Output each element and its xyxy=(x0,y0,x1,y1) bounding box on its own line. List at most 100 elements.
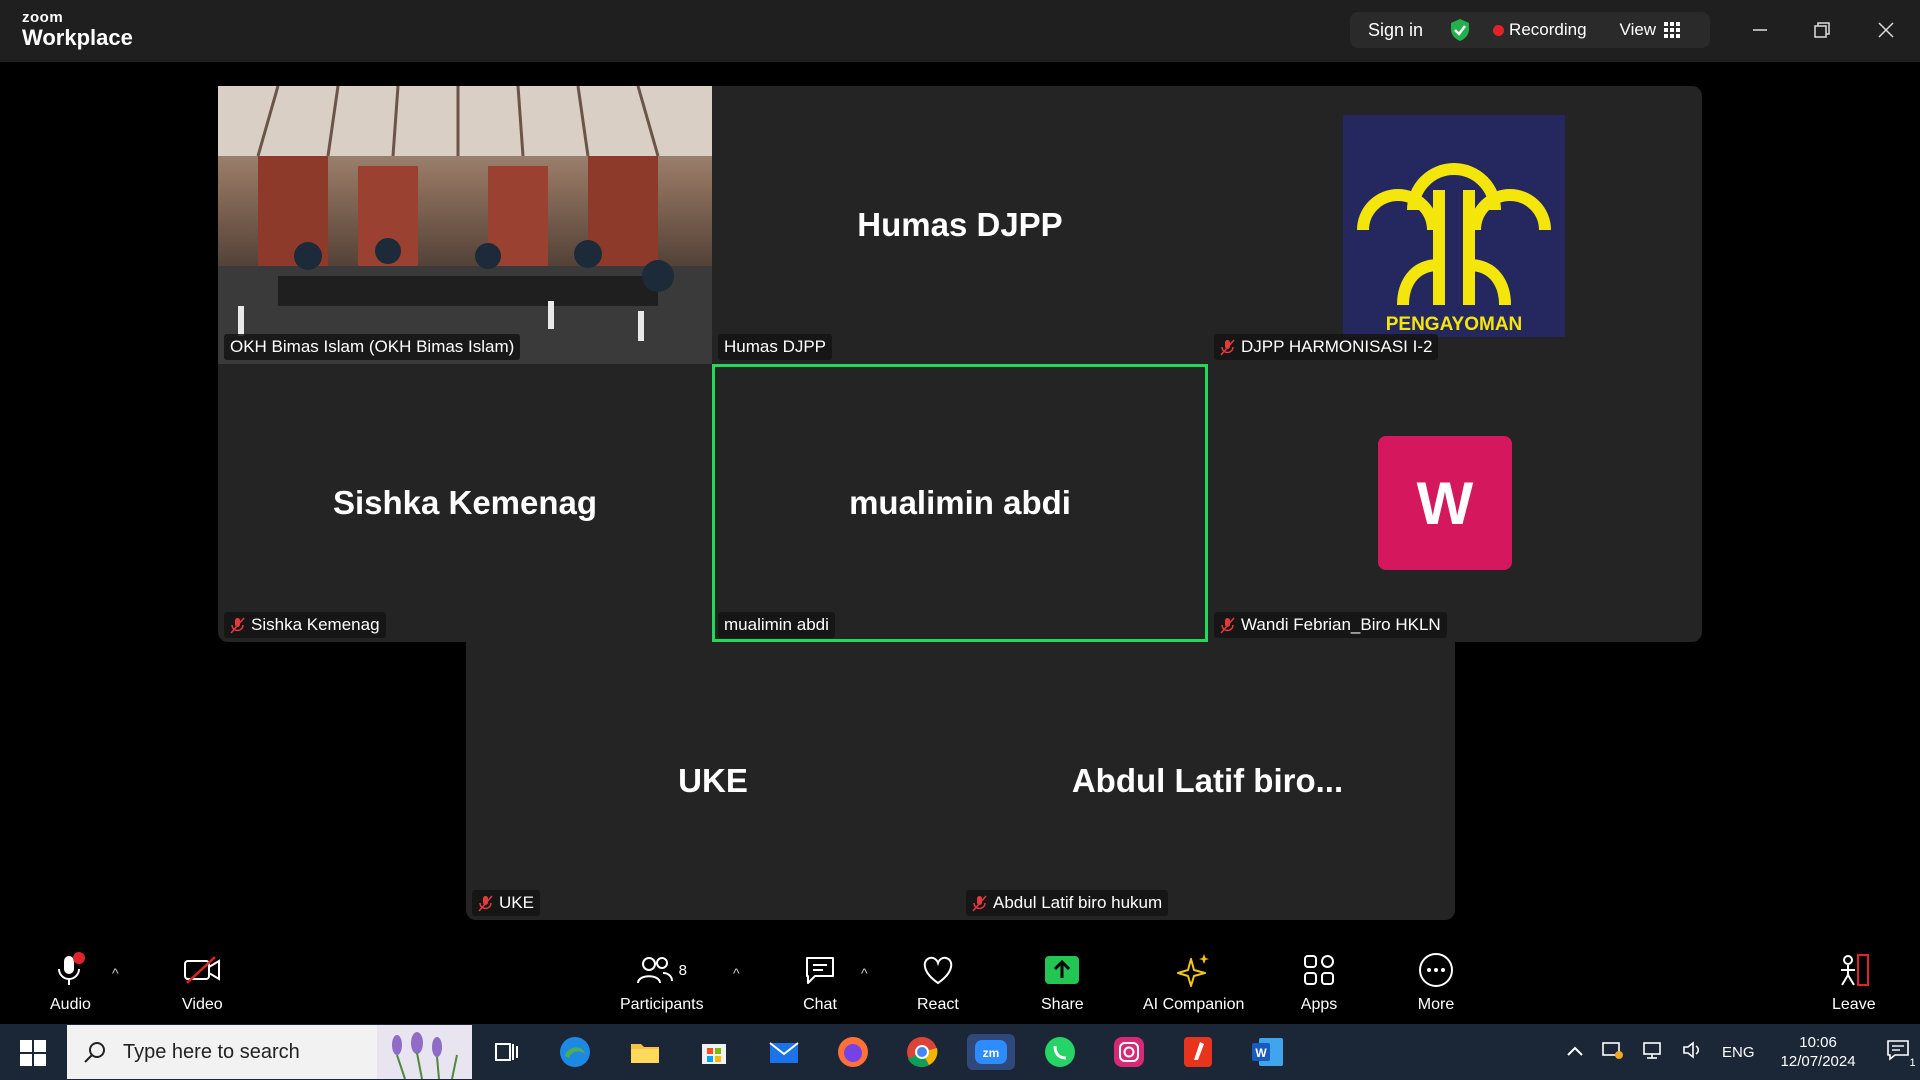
video-button[interactable]: Video xyxy=(182,950,223,1014)
pengayoman-logo: PENGAYOMAN xyxy=(1343,115,1565,337)
participant-name: Abdul Latif biro hukum xyxy=(966,890,1169,916)
name-text: DJPP HARMONISASI I-2 xyxy=(1241,337,1433,356)
share-button[interactable]: Share xyxy=(1041,950,1084,1014)
system-tray: ENG 10:06 12/07/2024 1 xyxy=(1566,1024,1916,1080)
participant-tile[interactable]: Abdul Latif biro... Abdul Latif biro huk… xyxy=(960,642,1455,920)
notification-icon xyxy=(1886,1040,1909,1061)
lavender-search-highlight-icon xyxy=(377,1025,472,1079)
taskbar-search[interactable]: Type here to search xyxy=(67,1025,472,1079)
notification-count: 1 xyxy=(1909,1057,1916,1069)
start-button[interactable] xyxy=(20,1040,46,1071)
apps-label: Apps xyxy=(1300,996,1338,1013)
mail-icon[interactable] xyxy=(766,1034,802,1070)
pengayoman-tree-icon: PENGAYOMAN xyxy=(1357,163,1551,335)
participant-tile[interactable]: PENGAYOMAN DJPP HARMONISASI I-2 xyxy=(1208,86,1702,364)
apps-button[interactable]: Apps xyxy=(1299,950,1339,1014)
react-button[interactable]: React xyxy=(917,950,959,1014)
name-text: mualimin abdi xyxy=(724,615,829,634)
active-speaker-tile[interactable]: mualimin abdi mualimin abdi xyxy=(712,364,1208,642)
leave-button[interactable]: Leave xyxy=(1832,950,1876,1014)
volume-icon[interactable] xyxy=(1682,1040,1704,1064)
participant-display-name: Sishka Kemenag xyxy=(332,484,598,521)
audio-button[interactable]: Audio xyxy=(50,950,91,1014)
microsoft-store-icon[interactable] xyxy=(696,1034,732,1070)
participant-tile[interactable]: W Wandi Febrian_Biro HKLN xyxy=(1208,364,1702,642)
clock-time: 10:06 xyxy=(1799,1033,1837,1051)
chat-options-caret-icon[interactable]: ^ xyxy=(861,965,868,981)
participant-display-name: Humas DJPP xyxy=(857,206,1063,243)
participant-tile[interactable]: UKE UKE xyxy=(466,642,960,920)
chrome-icon[interactable] xyxy=(904,1034,940,1070)
minimize-icon xyxy=(1753,29,1767,31)
muted-mic-icon xyxy=(230,617,245,633)
windows-taskbar: Type here to search zm W ENG 10:06 12/07… xyxy=(0,1024,1920,1080)
task-view-icon[interactable] xyxy=(488,1034,524,1070)
participants-options-caret-icon[interactable]: ^ xyxy=(733,965,740,981)
avatar: W xyxy=(1378,436,1512,570)
share-screen-icon xyxy=(1042,950,1082,990)
brand-bottom: Workplace xyxy=(22,25,133,50)
participant-tile[interactable]: Humas DJPP Humas DJPP xyxy=(712,86,1208,364)
participant-name: mualimin abdi xyxy=(718,612,835,638)
muted-mic-icon xyxy=(1220,617,1235,633)
sparkle-icon xyxy=(1174,950,1214,990)
firefox-icon[interactable] xyxy=(835,1034,871,1070)
instagram-icon[interactable] xyxy=(1111,1034,1147,1070)
recording-indicator[interactable]: Recording xyxy=(1509,20,1587,40)
grid-icon xyxy=(1664,22,1681,38)
search-placeholder: Type here to search xyxy=(123,1040,300,1063)
participant-display-name: Abdul Latif biro... xyxy=(1071,762,1344,799)
muted-mic-icon xyxy=(1220,339,1235,355)
more-label: More xyxy=(1417,996,1455,1013)
file-explorer-icon[interactable] xyxy=(627,1034,663,1070)
view-button[interactable]: View xyxy=(1620,20,1681,40)
more-button[interactable]: More xyxy=(1416,950,1456,1014)
close-icon xyxy=(1878,22,1894,38)
clock[interactable]: 10:06 12/07/2024 xyxy=(1781,1033,1856,1072)
pdf-app-icon[interactable] xyxy=(1180,1034,1216,1070)
participants-button[interactable]: 8 Participants xyxy=(620,950,704,1014)
participant-display-name: mualimin abdi xyxy=(849,484,1071,521)
video-off-icon xyxy=(182,950,222,990)
edge-icon[interactable] xyxy=(557,1034,593,1070)
name-text: Sishka Kemenag xyxy=(251,615,380,634)
participants-label: Participants xyxy=(620,996,704,1013)
minimize-button[interactable] xyxy=(1744,14,1776,46)
participant-name: UKE xyxy=(472,890,540,916)
word-icon[interactable]: W xyxy=(1249,1034,1285,1070)
audio-options-caret-icon[interactable]: ^ xyxy=(112,965,119,981)
notifications-button[interactable]: 1 xyxy=(1886,1039,1916,1069)
meet-now-icon[interactable] xyxy=(1602,1040,1624,1064)
participant-tile[interactable]: Sishka Kemenag Sishka Kemenag xyxy=(218,364,712,642)
search-icon xyxy=(84,1042,105,1063)
participant-tile[interactable]: OKH Bimas Islam (OKH Bimas Islam) xyxy=(218,86,712,364)
shield-icon[interactable] xyxy=(1449,18,1471,42)
language-indicator[interactable]: ENG xyxy=(1722,1044,1755,1061)
sign-in-link[interactable]: Sign in xyxy=(1368,20,1423,41)
video-grid: OKH Bimas Islam (OKH Bimas Islam) Humas … xyxy=(218,86,1702,642)
zoom-taskbar-icon[interactable]: zm xyxy=(967,1034,1015,1070)
ai-companion-button[interactable]: AI Companion xyxy=(1143,950,1244,1014)
title-controls: Sign in Recording View xyxy=(1350,12,1710,48)
participant-name: Humas DJPP xyxy=(718,334,833,360)
participants-count: 8 xyxy=(678,961,687,979)
audio-label: Audio xyxy=(50,996,91,1013)
heart-icon xyxy=(918,950,958,990)
brand-top: zoom xyxy=(22,9,64,26)
restore-button[interactable] xyxy=(1806,14,1838,46)
ai-companion-label: AI Companion xyxy=(1143,996,1245,1013)
apps-icon xyxy=(1299,950,1339,990)
leave-label: Leave xyxy=(1832,996,1876,1013)
chat-icon xyxy=(800,950,840,990)
svg-text:W: W xyxy=(1255,1046,1267,1060)
participant-name: OKH Bimas Islam (OKH Bimas Islam) xyxy=(224,334,521,360)
muted-mic-icon xyxy=(478,895,493,911)
leave-icon xyxy=(1834,950,1874,990)
network-icon[interactable] xyxy=(1642,1040,1664,1064)
close-button[interactable] xyxy=(1870,14,1902,46)
name-text: Wandi Febrian_Biro HKLN xyxy=(1241,615,1441,634)
participant-name: Sishka Kemenag xyxy=(224,612,386,638)
whatsapp-icon[interactable] xyxy=(1042,1034,1078,1070)
chat-button[interactable]: Chat xyxy=(800,950,840,1014)
show-hidden-icons-icon[interactable] xyxy=(1566,1044,1584,1061)
